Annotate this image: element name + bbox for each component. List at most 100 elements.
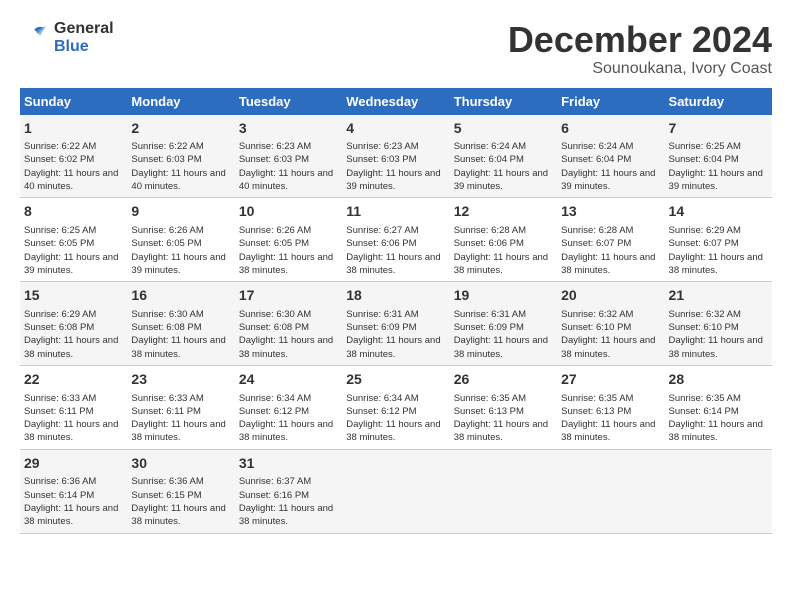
sunrise-text: Sunrise: 6:22 AM [24,141,96,152]
title-section: December 2024 Sounoukana, Ivory Coast [508,20,772,78]
sunrise-text: Sunrise: 6:28 AM [561,225,633,236]
day-number: 2 [131,119,230,139]
sunset-text: Sunset: 6:10 PM [669,322,739,333]
sunset-text: Sunset: 6:04 PM [669,154,739,165]
sunset-text: Sunset: 6:02 PM [24,154,94,165]
calendar-cell: 9 Sunrise: 6:26 AM Sunset: 6:05 PM Dayli… [127,198,234,282]
sunset-text: Sunset: 6:15 PM [131,490,201,501]
daylight-text: Daylight: 11 hours and 40 minutes. [24,168,118,192]
sunset-text: Sunset: 6:05 PM [239,238,309,249]
calendar-cell: 2 Sunrise: 6:22 AM Sunset: 6:03 PM Dayli… [127,115,234,198]
day-of-week-header: Tuesday [235,88,342,115]
calendar-cell: 23 Sunrise: 6:33 AM Sunset: 6:11 PM Dayl… [127,365,234,449]
sunrise-text: Sunrise: 6:35 AM [561,393,633,404]
sunset-text: Sunset: 6:09 PM [346,322,416,333]
sunrise-text: Sunrise: 6:33 AM [24,393,96,404]
day-of-week-header: Wednesday [342,88,449,115]
day-of-week-header: Sunday [20,88,127,115]
calendar-cell: 15 Sunrise: 6:29 AM Sunset: 6:08 PM Dayl… [20,282,127,366]
sunset-text: Sunset: 6:13 PM [454,406,524,417]
sunrise-text: Sunrise: 6:30 AM [239,309,311,320]
day-number: 20 [561,286,660,306]
sunset-text: Sunset: 6:12 PM [346,406,416,417]
day-of-week-header: Friday [557,88,664,115]
calendar-cell: 10 Sunrise: 6:26 AM Sunset: 6:05 PM Dayl… [235,198,342,282]
sunset-text: Sunset: 6:12 PM [239,406,309,417]
day-number: 11 [346,202,445,222]
sunset-text: Sunset: 6:08 PM [239,322,309,333]
calendar-cell: 26 Sunrise: 6:35 AM Sunset: 6:13 PM Dayl… [450,365,557,449]
daylight-text: Daylight: 11 hours and 38 minutes. [669,252,763,276]
sunrise-text: Sunrise: 6:35 AM [669,393,741,404]
daylight-text: Daylight: 11 hours and 38 minutes. [131,503,225,527]
daylight-text: Daylight: 11 hours and 38 minutes. [669,419,763,443]
sunset-text: Sunset: 6:11 PM [131,406,201,417]
calendar-week-row: 29 Sunrise: 6:36 AM Sunset: 6:14 PM Dayl… [20,449,772,533]
sunrise-text: Sunrise: 6:35 AM [454,393,526,404]
daylight-text: Daylight: 11 hours and 38 minutes. [561,419,655,443]
sunrise-text: Sunrise: 6:30 AM [131,309,203,320]
sunrise-text: Sunrise: 6:29 AM [24,309,96,320]
day-number: 6 [561,119,660,139]
daylight-text: Daylight: 11 hours and 38 minutes. [454,419,548,443]
calendar-cell [665,449,772,533]
daylight-text: Daylight: 11 hours and 38 minutes. [346,335,440,359]
day-number: 21 [669,286,768,306]
day-number: 26 [454,370,553,390]
daylight-text: Daylight: 11 hours and 38 minutes. [24,335,118,359]
day-number: 5 [454,119,553,139]
calendar-cell: 11 Sunrise: 6:27 AM Sunset: 6:06 PM Dayl… [342,198,449,282]
sunset-text: Sunset: 6:04 PM [561,154,631,165]
calendar-cell [557,449,664,533]
day-number: 19 [454,286,553,306]
daylight-text: Daylight: 11 hours and 38 minutes. [346,252,440,276]
sunrise-text: Sunrise: 6:25 AM [24,225,96,236]
day-number: 27 [561,370,660,390]
sunrise-text: Sunrise: 6:24 AM [454,141,526,152]
daylight-text: Daylight: 11 hours and 38 minutes. [346,419,440,443]
calendar-cell: 14 Sunrise: 6:29 AM Sunset: 6:07 PM Dayl… [665,198,772,282]
sunset-text: Sunset: 6:13 PM [561,406,631,417]
daylight-text: Daylight: 11 hours and 38 minutes. [24,419,118,443]
daylight-text: Daylight: 11 hours and 38 minutes. [454,252,548,276]
day-of-week-header: Saturday [665,88,772,115]
calendar-cell: 5 Sunrise: 6:24 AM Sunset: 6:04 PM Dayli… [450,115,557,198]
calendar-cell: 25 Sunrise: 6:34 AM Sunset: 6:12 PM Dayl… [342,365,449,449]
calendar-cell: 4 Sunrise: 6:23 AM Sunset: 6:03 PM Dayli… [342,115,449,198]
day-number: 22 [24,370,123,390]
month-title: December 2024 [508,20,772,60]
sunset-text: Sunset: 6:03 PM [346,154,416,165]
daylight-text: Daylight: 11 hours and 39 minutes. [131,252,225,276]
calendar-table: SundayMondayTuesdayWednesdayThursdayFrid… [20,88,772,534]
sunset-text: Sunset: 6:08 PM [24,322,94,333]
day-number: 13 [561,202,660,222]
logo-general-text: General [54,20,114,38]
daylight-text: Daylight: 11 hours and 38 minutes. [131,335,225,359]
daylight-text: Daylight: 11 hours and 40 minutes. [239,168,333,192]
logo: General Blue [20,20,114,55]
calendar-cell: 12 Sunrise: 6:28 AM Sunset: 6:06 PM Dayl… [450,198,557,282]
calendar-week-row: 1 Sunrise: 6:22 AM Sunset: 6:02 PM Dayli… [20,115,772,198]
sunrise-text: Sunrise: 6:23 AM [239,141,311,152]
daylight-text: Daylight: 11 hours and 39 minutes. [669,168,763,192]
calendar-week-row: 22 Sunrise: 6:33 AM Sunset: 6:11 PM Dayl… [20,365,772,449]
day-number: 16 [131,286,230,306]
sunrise-text: Sunrise: 6:28 AM [454,225,526,236]
sunrise-text: Sunrise: 6:36 AM [24,476,96,487]
day-number: 25 [346,370,445,390]
daylight-text: Daylight: 11 hours and 38 minutes. [239,503,333,527]
sunrise-text: Sunrise: 6:29 AM [669,225,741,236]
daylight-text: Daylight: 11 hours and 38 minutes. [24,503,118,527]
sunrise-text: Sunrise: 6:32 AM [561,309,633,320]
calendar-cell: 17 Sunrise: 6:30 AM Sunset: 6:08 PM Dayl… [235,282,342,366]
calendar-cell: 1 Sunrise: 6:22 AM Sunset: 6:02 PM Dayli… [20,115,127,198]
day-number: 18 [346,286,445,306]
daylight-text: Daylight: 11 hours and 38 minutes. [454,335,548,359]
sunset-text: Sunset: 6:05 PM [131,238,201,249]
day-number: 14 [669,202,768,222]
calendar-cell: 6 Sunrise: 6:24 AM Sunset: 6:04 PM Dayli… [557,115,664,198]
page-header: General Blue December 2024 Sounoukana, I… [20,20,772,78]
calendar-cell: 3 Sunrise: 6:23 AM Sunset: 6:03 PM Dayli… [235,115,342,198]
daylight-text: Daylight: 11 hours and 38 minutes. [239,252,333,276]
day-number: 3 [239,119,338,139]
